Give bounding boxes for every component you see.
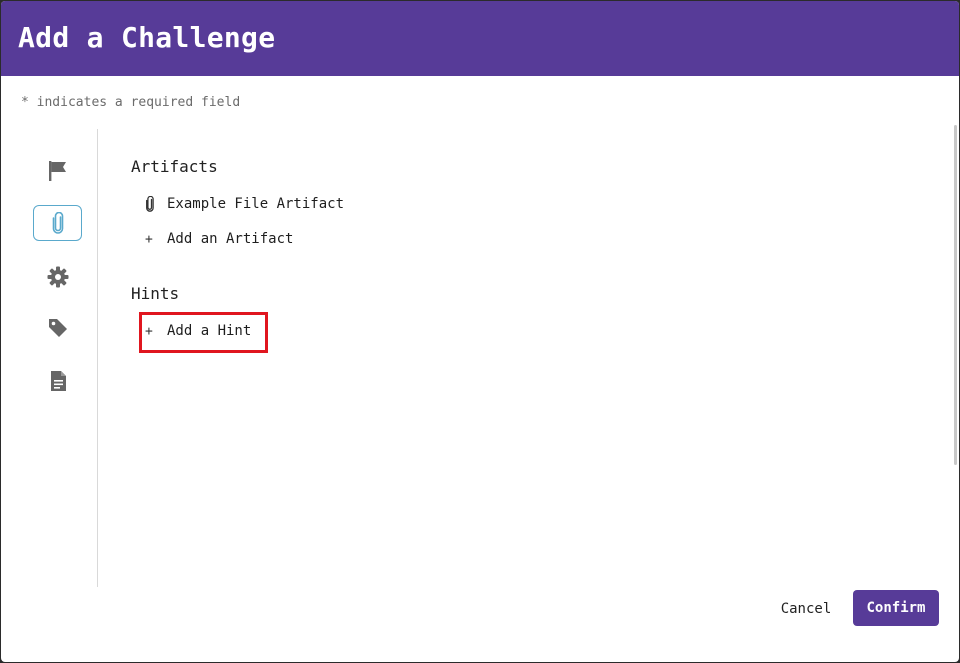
artifact-label: Example File Artifact bbox=[167, 196, 345, 212]
add-artifact-button[interactable]: + Add an Artifact bbox=[145, 229, 293, 249]
flag-icon bbox=[48, 161, 66, 181]
add-challenge-modal: Add a Challenge * indicates a required f… bbox=[1, 1, 959, 662]
content-scrollbar[interactable] bbox=[954, 125, 957, 465]
add-artifact-label: Add an Artifact bbox=[167, 231, 294, 247]
confirm-button[interactable]: Confirm bbox=[853, 590, 939, 626]
hints-heading: Hints bbox=[131, 284, 180, 303]
cancel-button[interactable]: Cancel bbox=[769, 591, 843, 627]
sidebar-item-artifacts[interactable] bbox=[33, 205, 82, 241]
artifact-item[interactable]: Example File Artifact bbox=[145, 194, 344, 214]
plus-icon: + bbox=[145, 231, 153, 247]
modal-header: Add a Challenge bbox=[1, 1, 959, 76]
modal-title: Add a Challenge bbox=[18, 21, 276, 54]
tag-icon bbox=[48, 319, 67, 337]
sidebar-item-description[interactable] bbox=[33, 363, 82, 399]
sidebar-divider bbox=[97, 129, 98, 587]
gear-icon bbox=[47, 266, 68, 288]
paperclip-icon bbox=[145, 196, 167, 212]
required-field-note: * indicates a required field bbox=[21, 95, 241, 110]
highlight-box bbox=[139, 312, 268, 353]
sidebar-item-tags[interactable] bbox=[33, 310, 82, 346]
artifacts-heading: Artifacts bbox=[131, 157, 218, 176]
sidebar-item-details[interactable] bbox=[33, 153, 82, 189]
document-icon bbox=[50, 371, 66, 391]
sidebar-item-settings[interactable] bbox=[33, 259, 82, 295]
paperclip-icon bbox=[52, 212, 63, 234]
